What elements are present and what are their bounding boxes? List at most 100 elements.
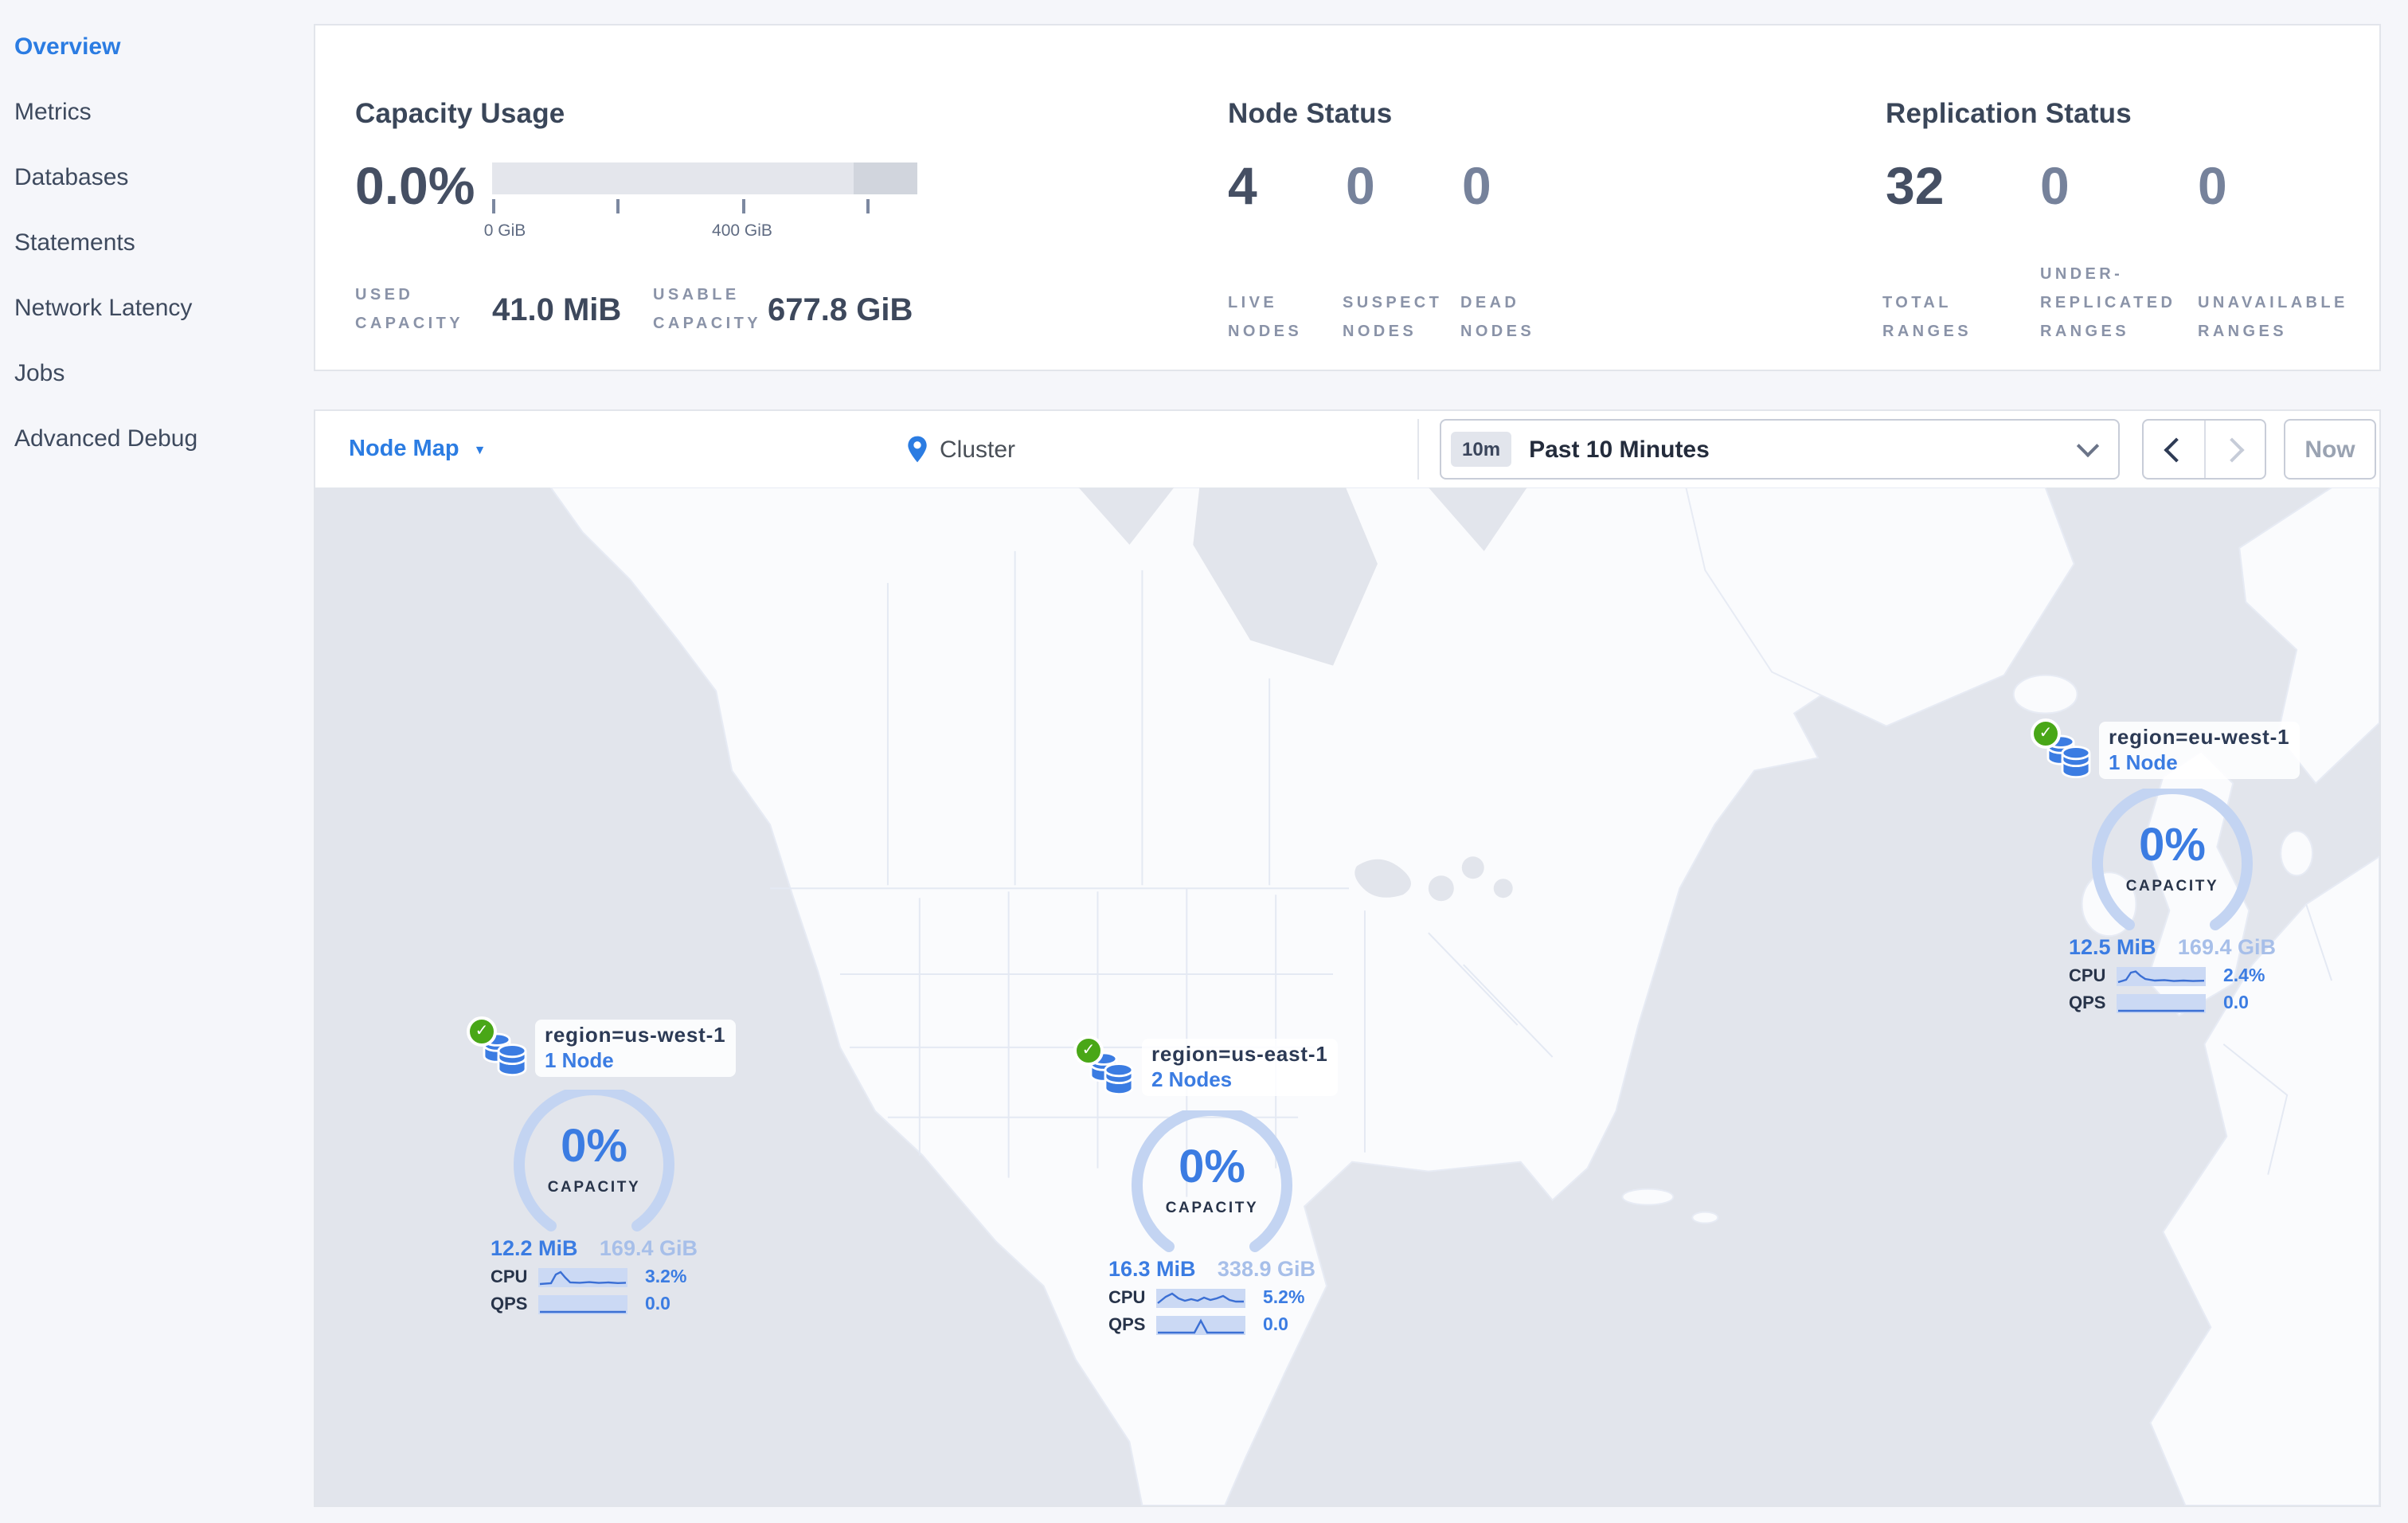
cpu-row: CPU 5.2%	[1108, 1287, 1315, 1308]
sidebar-item-overview[interactable]: Overview	[0, 14, 314, 80]
healthy-check-icon: ✓	[467, 1016, 497, 1047]
qps-sparkline	[1156, 1315, 1245, 1334]
region-node-count-link[interactable]: 2 Nodes	[1151, 1067, 1328, 1091]
breadcrumb-label: Cluster	[940, 436, 1016, 463]
region-icon-wrap: ✓	[467, 1016, 529, 1083]
region-stats: 0% CAPACITY 16.3 MiB 338.9 GiB CPU 5.2% …	[1108, 1105, 1315, 1335]
time-range-badge: 10m	[1451, 432, 1512, 467]
capacity-bar-ticks: 0 GiB 400 GiB	[484, 199, 917, 241]
region-marker-us-east-1[interactable]: ✓ region=us-east-1 2 Nodes 0% CAPACITY 1…	[1073, 1036, 1346, 1334]
time-prev-button[interactable]	[2144, 421, 2203, 478]
view-selector-dropdown[interactable]: Node Map ▼	[349, 411, 486, 487]
usable-capacity-label: USABLE CAPACITY	[653, 287, 761, 333]
qps-label: QPS	[1108, 1315, 1146, 1334]
capacity-usage-title: Capacity Usage	[355, 96, 565, 128]
used-capacity-label: USED CAPACITY	[355, 287, 463, 333]
cpu-sparkline	[1156, 1288, 1245, 1307]
qps-value: 0.0	[645, 1294, 670, 1314]
time-next-button[interactable]	[2203, 421, 2265, 478]
capacity-values: 12.2 MiB 169.4 GiB	[491, 1236, 698, 1260]
total-value: 169.4 GiB	[2177, 935, 2276, 959]
time-range-label: Past 10 Minutes	[1529, 436, 1710, 463]
capacity-tick-label-0: 0 GiB	[483, 221, 526, 241]
used-capacity-value: 41.0 MiB	[492, 293, 622, 328]
node-status-title: Node Status	[1228, 96, 1393, 128]
chevron-down-icon	[2076, 434, 2100, 458]
used-value: 12.2 MiB	[491, 1236, 578, 1260]
suspect-nodes-label: SUSPECT NODES	[1343, 295, 1443, 341]
sidebar-item-statements[interactable]: Statements	[0, 210, 314, 276]
sidebar-item-metrics[interactable]: Metrics	[0, 80, 314, 145]
toolbar-divider	[1417, 419, 1419, 480]
qps-label: QPS	[491, 1294, 528, 1314]
time-range-dropdown[interactable]: 10m Past 10 Minutes	[1440, 419, 2120, 480]
qps-row: QPS 0.0	[491, 1294, 698, 1314]
cpu-row: CPU 3.2%	[491, 1267, 698, 1287]
breadcrumb[interactable]: Cluster	[906, 411, 1015, 487]
cpu-value: 5.2%	[1263, 1288, 1305, 1307]
region-stats: 0% CAPACITY 12.2 MiB 169.4 GiB CPU 3.2% …	[491, 1084, 698, 1314]
dead-nodes-value: 0	[1462, 156, 1491, 215]
capacity-bar: 0 GiB 400 GiB	[484, 162, 917, 241]
gauge-capacity-label: CAPACITY	[547, 1179, 641, 1196]
region-stats: 0% CAPACITY 12.5 MiB 169.4 GiB CPU 2.4% …	[2069, 783, 2276, 1013]
capacity-values: 12.5 MiB 169.4 GiB	[2069, 935, 2276, 959]
region-node-count-link[interactable]: 1 Node	[545, 1048, 725, 1072]
total-ranges-value: 32	[1886, 156, 1945, 215]
gauge-percent: 0%	[1179, 1142, 1245, 1193]
live-nodes-label: LIVE NODES	[1228, 295, 1303, 341]
gauge-text: 0% CAPACITY	[1129, 1110, 1295, 1217]
dead-nodes-label: DEAD NODES	[1460, 295, 1535, 341]
sidebar-item-jobs[interactable]: Jobs	[0, 341, 314, 406]
qps-row: QPS 0.0	[2069, 992, 2276, 1013]
node-map-card: Node Map ▼ Cluster 10m Past 10 Minutes N…	[314, 409, 2381, 1507]
region-icon-wrap: ✓	[1073, 1036, 1136, 1102]
gauge-text: 0% CAPACITY	[2089, 789, 2255, 895]
cpu-label: CPU	[1108, 1288, 1146, 1307]
region-label-pill: region=eu-west-1 1 Node	[2099, 722, 2300, 779]
cpu-label: CPU	[2069, 966, 2106, 985]
gauge-capacity-label: CAPACITY	[1165, 1200, 1259, 1217]
region-marker-header: ✓ region=us-east-1 2 Nodes	[1073, 1036, 1346, 1102]
region-node-count-link[interactable]: 1 Node	[2109, 750, 2289, 774]
capacity-gauge: 0% CAPACITY	[2089, 783, 2255, 935]
gauge-capacity-label: CAPACITY	[2125, 878, 2219, 895]
qps-value: 0.0	[2223, 993, 2249, 1012]
region-label-pill: region=us-west-1 1 Node	[535, 1020, 736, 1077]
region-marker-eu-west-1[interactable]: ✓ region=eu-west-1 1 Node 0% CAPACITY 12…	[2031, 718, 2303, 1012]
sidebar-item-network-latency[interactable]: Network Latency	[0, 276, 314, 341]
capacity-gauge: 0% CAPACITY	[511, 1084, 677, 1236]
live-nodes-value: 4	[1228, 156, 1257, 215]
view-selector-label: Node Map	[349, 437, 459, 462]
sidebar: Overview Metrics Databases Statements Ne…	[0, 0, 314, 1523]
capacity-bar-track	[492, 162, 917, 194]
gauge-percent: 0%	[561, 1122, 627, 1173]
cpu-sparkline	[538, 1267, 627, 1286]
qps-sparkline	[2117, 993, 2206, 1012]
capacity-gauge: 0% CAPACITY	[1129, 1105, 1295, 1257]
cpu-sparkline	[2117, 966, 2206, 985]
now-button[interactable]: Now	[2284, 419, 2376, 480]
under-replicated-value: 0	[2040, 156, 2070, 215]
suspect-nodes-value: 0	[1346, 156, 1375, 215]
capacity-tick-label-400: 400 GiB	[712, 221, 772, 241]
region-label-pill: region=us-east-1 2 Nodes	[1142, 1039, 1338, 1096]
capacity-bar-nonusable-segment	[853, 162, 917, 194]
sidebar-item-databases[interactable]: Databases	[0, 145, 314, 210]
healthy-check-icon: ✓	[2031, 718, 2061, 749]
chevron-left-icon	[2163, 437, 2189, 462]
cpu-label: CPU	[491, 1267, 528, 1286]
used-value: 12.5 MiB	[2069, 935, 2156, 959]
sidebar-item-advanced-debug[interactable]: Advanced Debug	[0, 406, 314, 472]
region-marker-us-west-1[interactable]: ✓ region=us-west-1 1 Node 0% CAPACITY 12…	[467, 1016, 739, 1314]
qps-row: QPS 0.0	[1108, 1314, 1315, 1335]
chevron-right-icon	[2219, 437, 2246, 462]
cpu-value: 2.4%	[2223, 966, 2265, 985]
replication-status-title: Replication Status	[1886, 96, 2132, 128]
cpu-row: CPU 2.4%	[2069, 965, 2276, 986]
caret-down-icon: ▼	[473, 442, 487, 456]
region-title: region=us-east-1	[1151, 1042, 1328, 1066]
region-title: region=us-west-1	[545, 1023, 726, 1047]
usable-capacity-value: 677.8 GiB	[768, 293, 913, 328]
region-marker-header: ✓ region=us-west-1 1 Node	[467, 1016, 739, 1083]
